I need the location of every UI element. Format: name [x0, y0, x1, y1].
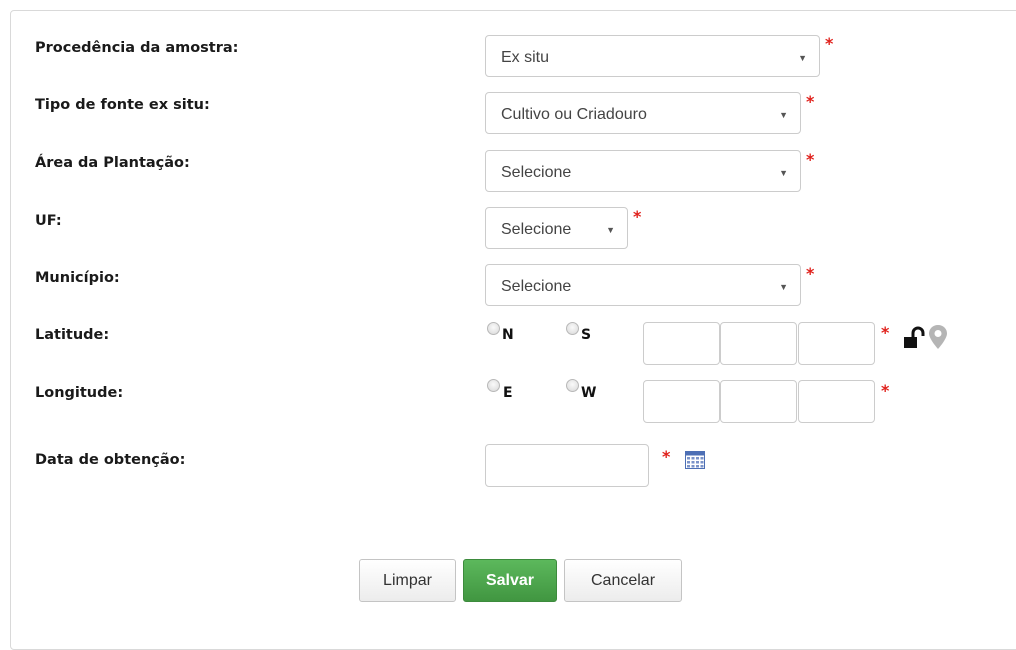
longitude-e-label: E — [503, 385, 513, 401]
uf-value: Selecione — [501, 221, 572, 238]
data-obtencao-label: Data de obtenção: — [35, 452, 186, 468]
area-label: Área da Plantação: — [35, 155, 190, 171]
required-asterisk: * — [806, 264, 815, 283]
longitude-degrees-input[interactable] — [643, 380, 720, 423]
longitude-seconds-input[interactable] — [798, 380, 875, 423]
longitude-e-radio[interactable] — [487, 379, 500, 392]
required-asterisk: * — [806, 150, 815, 169]
salvar-button[interactable]: Salvar — [463, 559, 557, 602]
required-asterisk: * — [662, 447, 671, 466]
latitude-degrees-input[interactable] — [643, 322, 720, 365]
longitude-w-label: W — [581, 385, 597, 401]
uf-label: UF: — [35, 213, 62, 229]
procedencia-value: Ex situ — [501, 49, 550, 66]
tipo-fonte-label: Tipo de fonte ex situ: — [35, 97, 210, 113]
calendar-icon[interactable] — [685, 451, 705, 469]
procedencia-label: Procedência da amostra: — [35, 40, 239, 56]
municipio-value: Selecione — [501, 278, 572, 295]
municipio-select[interactable]: Selecione ▼ — [485, 264, 801, 306]
required-asterisk: * — [806, 92, 815, 111]
chevron-down-icon: ▼ — [798, 53, 807, 63]
required-asterisk: * — [881, 323, 890, 342]
latitude-minutes-input[interactable] — [720, 322, 797, 365]
data-obtencao-input[interactable] — [485, 444, 649, 487]
latitude-label: Latitude: — [35, 327, 110, 343]
latitude-s-radio[interactable] — [566, 322, 579, 335]
chevron-down-icon: ▼ — [779, 168, 788, 178]
latitude-s-label: S — [581, 327, 592, 343]
unlock-icon[interactable] — [902, 326, 926, 350]
required-asterisk: * — [881, 381, 890, 400]
required-asterisk: * — [633, 207, 642, 226]
longitude-label: Longitude: — [35, 385, 124, 401]
municipio-label: Município: — [35, 270, 120, 286]
tipo-fonte-select[interactable]: Cultivo ou Criadouro ▼ — [485, 92, 801, 134]
longitude-minutes-input[interactable] — [720, 380, 797, 423]
uf-select[interactable]: Selecione ▼ — [485, 207, 628, 249]
chevron-down-icon: ▼ — [779, 282, 788, 292]
longitude-w-radio[interactable] — [566, 379, 579, 392]
cancelar-button[interactable]: Cancelar — [564, 559, 682, 602]
area-select[interactable]: Selecione ▼ — [485, 150, 801, 192]
required-asterisk: * — [825, 34, 834, 53]
chevron-down-icon: ▼ — [606, 225, 615, 235]
chevron-down-icon: ▼ — [779, 110, 788, 120]
latitude-n-label: N — [502, 327, 514, 343]
latitude-n-radio[interactable] — [487, 322, 500, 335]
tipo-fonte-value: Cultivo ou Criadouro — [501, 106, 647, 123]
latitude-seconds-input[interactable] — [798, 322, 875, 365]
procedencia-select[interactable]: Ex situ ▼ — [485, 35, 820, 77]
location-pin-icon[interactable] — [928, 324, 948, 350]
area-value: Selecione — [501, 164, 572, 181]
limpar-button[interactable]: Limpar — [359, 559, 456, 602]
